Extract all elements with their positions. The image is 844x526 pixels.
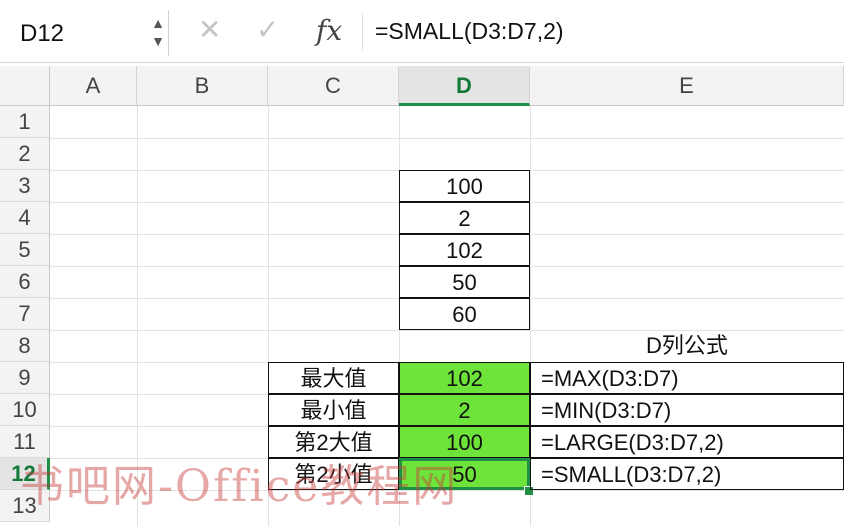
cell-d7[interactable]: 60 bbox=[399, 298, 530, 330]
formula-bar: D12 ▲ ▼ ✕ ✓ fx =SMALL(D3:D7,2) bbox=[0, 0, 844, 63]
name-box-value[interactable]: D12 bbox=[20, 20, 64, 48]
row-header-1[interactable]: 1 bbox=[0, 106, 50, 138]
row-header-4[interactable]: 4 bbox=[0, 202, 50, 234]
cell-d4[interactable]: 2 bbox=[399, 202, 530, 234]
column-header-d[interactable]: D bbox=[399, 66, 530, 106]
column-header-b[interactable]: B bbox=[137, 66, 268, 106]
cell-d5[interactable]: 102 bbox=[399, 234, 530, 266]
formula-bar-divider bbox=[362, 14, 363, 50]
row-header-6[interactable]: 6 bbox=[0, 266, 50, 298]
select-all-corner[interactable] bbox=[0, 66, 50, 106]
cell-d3[interactable]: 100 bbox=[399, 170, 530, 202]
column-header-c[interactable]: C bbox=[268, 66, 399, 106]
cancel-icon[interactable]: ✕ bbox=[198, 16, 221, 44]
cell-c9[interactable]: 最大值 bbox=[268, 362, 399, 394]
cell-e11[interactable]: =LARGE(D3:D7,2) bbox=[530, 426, 844, 458]
cell-e8[interactable]: D列公式 bbox=[530, 330, 844, 362]
row-header-7[interactable]: 7 bbox=[0, 298, 50, 330]
row-header-3[interactable]: 3 bbox=[0, 170, 50, 202]
cell-d6[interactable]: 50 bbox=[399, 266, 530, 298]
cell-e9[interactable]: =MAX(D3:D7) bbox=[530, 362, 844, 394]
chevron-up-icon[interactable]: ▲ bbox=[146, 14, 170, 32]
chevron-down-icon[interactable]: ▼ bbox=[146, 32, 170, 50]
column-header-e[interactable]: E bbox=[530, 66, 844, 106]
row-header-9[interactable]: 9 bbox=[0, 362, 50, 394]
confirm-icon[interactable]: ✓ bbox=[256, 16, 279, 44]
formula-input[interactable]: =SMALL(D3:D7,2) bbox=[375, 18, 564, 45]
cell-e10[interactable]: =MIN(D3:D7) bbox=[530, 394, 844, 426]
row-header-2[interactable]: 2 bbox=[0, 138, 50, 170]
cell-e12[interactable]: =SMALL(D3:D7,2) bbox=[530, 458, 844, 490]
row-header-10[interactable]: 10 bbox=[0, 394, 50, 426]
column-header-a[interactable]: A bbox=[50, 66, 137, 106]
cell-d10[interactable]: 2 bbox=[399, 394, 530, 426]
insert-function-icon[interactable]: fx bbox=[316, 14, 342, 47]
gridline bbox=[50, 138, 844, 139]
cell-d9[interactable]: 102 bbox=[399, 362, 530, 394]
name-box[interactable]: D12 ▲ ▼ bbox=[6, 10, 169, 56]
cell-c10[interactable]: 最小值 bbox=[268, 394, 399, 426]
row-header-8[interactable]: 8 bbox=[0, 330, 50, 362]
watermark: 书吧网-Office教程网 bbox=[20, 461, 459, 512]
name-box-dropdown[interactable]: ▲ ▼ bbox=[146, 14, 170, 54]
row-header-5[interactable]: 5 bbox=[0, 234, 50, 266]
